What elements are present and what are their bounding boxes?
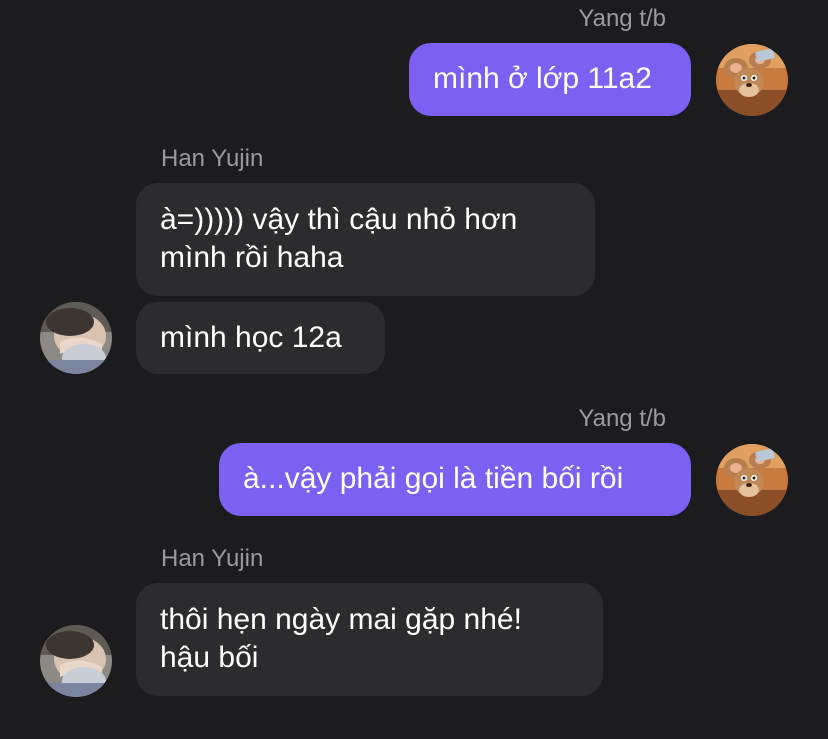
sender-name-yang: Yang t/b xyxy=(578,405,666,432)
message-text: mình ở lớp 11a2 xyxy=(433,62,652,95)
cartoon-mouse-avatar-image xyxy=(716,444,788,516)
message-text-line-2: mình rồi haha xyxy=(160,241,344,274)
sender-name-han: Han Yujin xyxy=(161,145,264,172)
message-bubble-outgoing[interactable]: mình ở lớp 11a2 xyxy=(409,43,691,116)
person-photo-avatar-image xyxy=(40,625,112,697)
message-bubble-incoming[interactable]: mình học 12a xyxy=(136,302,385,374)
message-text-line-1: à=))))) vậy thì cậu nhỏ hơn xyxy=(160,203,518,236)
yang-avatar[interactable] xyxy=(716,44,788,116)
message-bubble-outgoing[interactable]: à...vậy phải gọi là tiền bối rồi xyxy=(219,443,691,516)
message-text: mình học 12a xyxy=(160,321,342,354)
sender-name-yang: Yang t/b xyxy=(578,5,666,32)
yang-avatar[interactable] xyxy=(716,444,788,516)
sender-name-han: Han Yujin xyxy=(161,545,264,572)
message-text-line-2: hậu bối xyxy=(160,641,259,674)
message-text-line-1: thôi hẹn ngày mai gặp nhé! xyxy=(160,603,522,636)
han-avatar[interactable] xyxy=(40,625,112,697)
message-bubble-incoming[interactable]: thôi hẹn ngày mai gặp nhé! hậu bối xyxy=(136,583,603,696)
message-text: à...vậy phải gọi là tiền bối rồi xyxy=(243,462,624,495)
han-avatar[interactable] xyxy=(40,302,112,374)
person-photo-avatar-image xyxy=(40,302,112,374)
cartoon-mouse-avatar-image xyxy=(716,44,788,116)
message-bubble-incoming[interactable]: à=))))) vậy thì cậu nhỏ hơn mình rồi hah… xyxy=(136,183,595,296)
